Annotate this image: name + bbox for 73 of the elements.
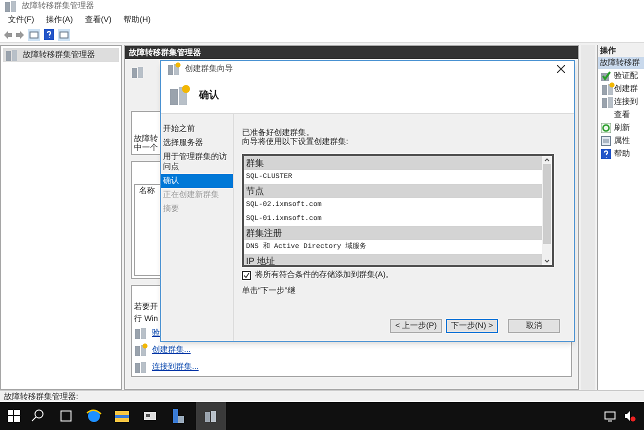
taskbar-active-item[interactable]: [196, 402, 226, 430]
server-icon: [601, 82, 615, 96]
server-icon: [134, 326, 148, 340]
action-link[interactable]: 验: [152, 327, 160, 339]
tree-item[interactable]: 故障转移群集管理器: [3, 48, 119, 62]
cluster-icon: [131, 65, 145, 79]
server-icon: [169, 84, 191, 106]
action-item[interactable]: 刷新: [614, 122, 630, 134]
help-icon: [601, 148, 611, 158]
app-icon: [4, 0, 18, 13]
description-text: 故障转: [134, 134, 158, 143]
network-icon[interactable]: [604, 410, 616, 422]
wizard-step[interactable]: 用于管理群集的访问点: [161, 150, 233, 174]
menu-item[interactable]: 帮助(H): [124, 14, 151, 26]
pane-title: 操作: [598, 45, 644, 57]
back-arrow-icon[interactable]: [4, 30, 12, 38]
close-button[interactable]: [554, 62, 568, 76]
section-header: 群集: [244, 156, 542, 170]
pane-header: 故障转移群集管理器: [125, 46, 578, 59]
description-text: 行 Win: [134, 314, 158, 323]
page-heading: 确认: [199, 88, 219, 102]
intro-text: 已准备好创建群集。: [242, 128, 315, 137]
action-item[interactable]: 连接到: [614, 96, 638, 108]
dialog-button[interactable]: < 上一步(P): [390, 319, 442, 333]
menu-item[interactable]: 操作(A): [46, 14, 73, 26]
server-icon: [134, 360, 148, 374]
dialog-title: 创建群集向导: [185, 63, 233, 75]
volume-muted-icon[interactable]: [624, 410, 636, 422]
console-tree-icon[interactable]: [28, 28, 40, 40]
action-link[interactable]: 连接到群集...: [152, 361, 199, 373]
server-icon: [601, 94, 615, 108]
action-item[interactable]: 查看: [614, 108, 630, 120]
action-link[interactable]: 创建群集...: [152, 344, 191, 356]
browser-icon[interactable]: [84, 408, 104, 424]
menu-item[interactable]: 查看(V): [84, 14, 112, 26]
help-icon[interactable]: [44, 29, 54, 40]
forward-arrow-icon[interactable]: [16, 30, 24, 38]
cluster-icon: [5, 48, 19, 62]
scroll-up-icon[interactable]: [544, 156, 550, 164]
section-header: IP 地址: [244, 254, 542, 265]
server-icon: [134, 343, 148, 357]
action-item[interactable]: 创建群: [614, 82, 638, 94]
action-item[interactable]: 帮助: [614, 148, 630, 160]
dialog-button[interactable]: 取消: [508, 319, 560, 333]
wizard-step[interactable]: 开始之前: [161, 122, 233, 136]
properties-icon: [601, 136, 611, 146]
checkbox[interactable]: [242, 270, 251, 280]
folder-icon[interactable]: [112, 409, 132, 423]
scroll-down-icon[interactable]: [544, 257, 550, 265]
description-text: 中一个: [134, 143, 158, 152]
description-text: 若要开: [134, 302, 158, 311]
cluster-icon: [204, 409, 218, 423]
scrollbar-thumb[interactable]: [543, 164, 551, 244]
action-item[interactable]: 属性: [614, 134, 630, 146]
wizard-step[interactable]: 确认: [161, 174, 233, 188]
section-header: 节点: [244, 184, 542, 198]
hint-text: 单击“下一步”继: [242, 285, 296, 297]
wizard-icon: [167, 62, 181, 76]
window-title: 故障转移群集管理器: [22, 0, 94, 12]
status-text: 故障转移群集管理器:: [4, 390, 78, 402]
action-item[interactable]: 验证配: [614, 70, 638, 82]
column-header: 名称: [139, 186, 155, 195]
action-pane-icon[interactable]: [58, 28, 70, 40]
wizard-step[interactable]: 选择服务器: [161, 136, 233, 150]
dialog-button[interactable]: 下一步(N) >: [446, 319, 498, 333]
intro-text: 向导将使用以下设置创建群集:: [242, 137, 350, 146]
refresh-icon: [601, 122, 611, 132]
section-header: 群集注册: [244, 226, 542, 240]
menu-item[interactable]: 文件(F): [8, 14, 34, 26]
action-group-header[interactable]: 故障转移群: [598, 57, 644, 69]
checkmark-icon: [601, 70, 611, 80]
checkbox-label: 将所有符合条件的存储添加到群集(A)。: [255, 269, 394, 281]
start-icon[interactable]: [8, 410, 20, 422]
